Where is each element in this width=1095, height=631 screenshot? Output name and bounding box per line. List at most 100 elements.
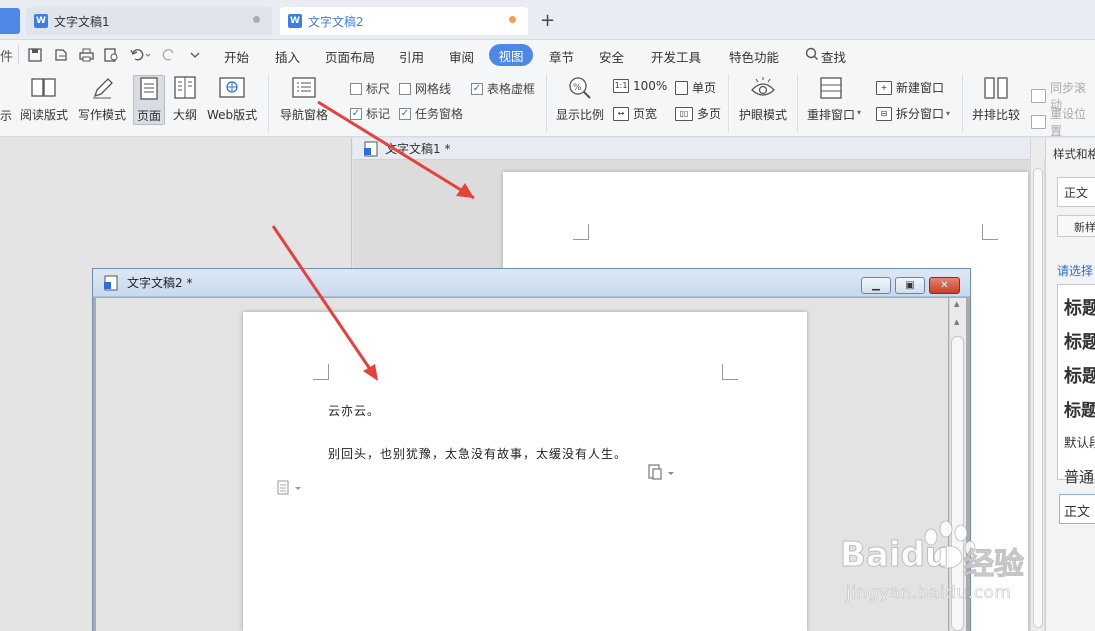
style-heading-2[interactable]: 标题 [1064,328,1095,354]
multi-page-icon: ▯▯ [675,106,693,121]
close-button[interactable]: ✕ [929,277,960,294]
zoom-100-label: 100% [633,79,668,93]
page-view-button[interactable]: 页面 [133,75,165,125]
close-icon: ✕ [940,280,949,291]
style-normal-selected[interactable]: 正文 [1059,494,1095,524]
file-menu-partial[interactable]: 件 [0,46,13,65]
navigation-pane-icon [292,77,316,98]
pen-icon [93,78,113,99]
gridlines-label: 网格线 [415,82,452,96]
print-preview-icon[interactable] [104,48,119,62]
home-button[interactable] [0,8,20,34]
search-icon[interactable] [805,47,819,61]
table-dashed-checkbox[interactable]: ✓ 表格虚框 [471,80,535,97]
quick-access-dropdown-icon[interactable] [189,50,201,60]
side-by-side-button[interactable]: 并排比较 [972,76,1020,123]
menu-search[interactable]: 查找 [821,47,846,66]
page-width-label: 页宽 [633,107,658,121]
tab-unsaved-dot[interactable] [509,16,516,23]
dropdown-arrow-icon[interactable]: ▾ [946,109,950,118]
ruler-checkbox[interactable]: 标尺 [350,80,390,97]
checkbox-checked[interactable]: ✓ [350,107,362,120]
page-width-button[interactable]: ↔ 页宽 [613,105,657,122]
markup-checkbox[interactable]: ✓ 标记 [350,105,390,122]
menu-insert[interactable]: 插入 [275,47,300,66]
new-window-button[interactable]: + 新建窗口 [876,79,944,96]
side-by-side-label: 并排比较 [972,108,1021,122]
checkbox-checked[interactable]: ✓ [399,107,411,120]
single-page-icon [675,80,688,95]
writer-doc-icon: W [34,14,48,28]
single-page-button[interactable]: 单页 [675,79,716,96]
tab-document-1[interactable]: W 文字文稿1 [26,7,272,35]
redo-icon[interactable] [162,48,176,62]
reading-mode-button[interactable]: 阅读版式 [20,76,68,123]
save-icon[interactable] [28,48,42,62]
zoom-100-button[interactable]: 1:1 100% [613,79,667,93]
menu-special-features[interactable]: 特色功能 [729,47,779,66]
margin-corner-mark [313,364,329,380]
undo-icon[interactable] [130,48,152,62]
divider [962,74,963,132]
document-2-titlebar[interactable]: 文字文稿2 * [93,269,970,297]
multi-page-button[interactable]: ▯▯ 多页 [675,105,721,122]
scroll-up-arrow-icon[interactable]: ▲ [954,300,959,308]
zoom-button[interactable]: % 显示比例 [556,76,604,123]
tab-document-2[interactable]: W 文字文稿2 [280,7,528,35]
split-window-button[interactable]: ⊟ 拆分窗口 ▾ [876,105,950,122]
writing-mode-button[interactable]: 写作模式 [78,76,126,123]
style-default-paragraph[interactable]: 默认段 [1064,432,1095,451]
checkbox-box[interactable] [399,82,411,95]
divider [797,74,798,132]
menu-review[interactable]: 审阅 [449,47,474,66]
menu-security[interactable]: 安全 [599,47,624,66]
style-normal-value: 正文 [1064,505,1091,520]
minimize-button[interactable]: ▁ [861,277,891,294]
style-normal[interactable]: 普通 [1064,466,1094,487]
checkbox-checked[interactable]: ✓ [471,82,483,95]
print-icon[interactable] [79,48,94,62]
maximize-button[interactable]: ▣ [895,277,925,294]
tab-title: 文字文稿2 [308,14,364,29]
document-line-1[interactable]: 云亦云。 [328,402,380,419]
menu-view[interactable]: 视图 [489,44,533,66]
menu-developer[interactable]: 开发工具 [651,47,701,66]
task-pane-checkbox[interactable]: ✓ 任务窗格 [399,105,463,122]
divider [268,74,269,132]
zoom-magnifier-icon: % [569,77,591,99]
dropdown-arrow-icon[interactable]: ▾ [857,108,861,117]
document-1-titlebar[interactable]: 文字文稿1 * [353,138,1045,160]
document-line-2[interactable]: 别回头，也别犹豫，太急没有故事，太缓没有人生。 [328,445,627,462]
writer-doc-icon: W [288,14,302,28]
style-heading-3[interactable]: 标题 [1064,362,1095,388]
writer-doc-icon [104,275,118,290]
menu-start[interactable]: 开始 [224,47,249,66]
menu-chapter[interactable]: 章节 [549,47,574,66]
paste-options-icon[interactable] [646,463,676,483]
style-heading-1[interactable]: 标题 [1064,294,1095,320]
arrange-windows-button[interactable]: 重排窗口 [807,76,855,123]
web-view-button[interactable]: Web版式 [207,76,257,123]
current-style-box[interactable]: 正文 [1057,177,1095,207]
scroll-up-arrow-icon[interactable]: ▲ [954,318,959,326]
eye-protection-button[interactable]: 护眼模式 [739,76,787,123]
new-tab-plus-icon[interactable]: + [540,10,555,31]
reset-position-button[interactable]: 重设位置 [1031,105,1095,139]
outline-icon [174,76,196,99]
style-heading-4[interactable]: 标题 [1064,396,1095,421]
checkbox-box[interactable] [350,82,362,95]
outline-view-button[interactable]: 大纲 [172,76,198,123]
gridlines-checkbox[interactable]: 网格线 [399,80,451,97]
document-side-icon[interactable] [276,480,304,496]
ribbon-partial-label[interactable]: 示 [0,107,12,124]
menu-page-layout[interactable]: 页面布局 [325,47,375,66]
split-window-label: 拆分窗口 [896,107,945,121]
tab-bar: W 文字文稿1 W 文字文稿2 + [0,0,1095,40]
new-style-button[interactable]: 新样 [1057,215,1095,237]
tab-status-dot[interactable] [253,16,260,23]
menu-reference[interactable]: 引用 [399,47,424,66]
export-icon[interactable] [54,48,68,62]
tab-title: 文字文稿1 [54,14,110,29]
navigation-pane-button[interactable]: 导航窗格 [280,76,328,123]
document-2-page[interactable] [243,312,807,631]
